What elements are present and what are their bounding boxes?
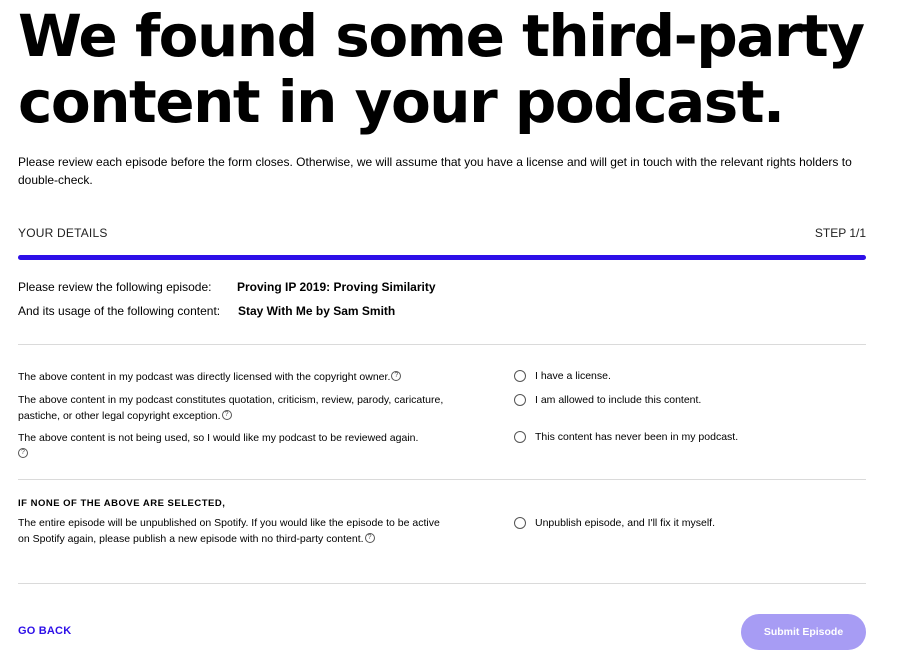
statement-unpublish: The entire episode will be unpublished o… [18,515,443,547]
question-circle-icon[interactable]: ? [221,410,232,420]
statement-not-used: The above content is not being used, so … [18,430,458,462]
page-title-line-2: content in your podcast. [18,68,785,136]
progress-bar-fill [18,255,866,260]
statement-exception: The above content in my podcast constitu… [18,392,458,424]
episode-row: Please review the following episode: Prov… [18,280,436,294]
intro-text: Please review each episode before the fo… [18,155,852,187]
content-value: Stay With Me by Sam Smith [238,304,396,318]
page-title-line-1: We found some third-party [18,2,865,70]
option-label: I have a license. [535,370,611,382]
step-indicator: STEP 1/1 [814,226,866,240]
content-row: And its usage of the following content: S… [18,304,395,318]
statement-text: The above content is not being used, so … [18,432,419,444]
divider [18,344,866,345]
option-allowed[interactable]: I am allowed to include this content. [514,393,701,407]
statement-text: The entire episode will be unpublished o… [18,517,440,545]
go-back-link[interactable]: GO BACK [18,625,71,637]
statement-text: The above content in my podcast was dire… [18,371,391,383]
page-title: We found some third-party content in you… [18,3,898,135]
question-circle-icon[interactable]: ? [364,533,375,543]
statement-licensed: The above content in my podcast was dire… [18,369,458,385]
content-label: And its usage of the following content: [18,304,221,318]
episode-label: Please review the following episode: [18,280,212,294]
radio-button[interactable] [514,394,526,406]
option-label: I am allowed to include this content. [535,394,702,406]
progress-bar [18,255,866,260]
episode-value: Proving IP 2019: Proving Similarity [237,280,436,294]
radio-button[interactable] [514,431,526,443]
submit-episode-button[interactable]: Submit Episode [741,614,866,650]
question-circle-icon[interactable]: ? [391,371,402,381]
option-have-license[interactable]: I have a license. [514,369,611,383]
page: We found some third-party content in you… [0,0,909,656]
radio-button[interactable] [514,370,526,382]
option-unpublish[interactable]: Unpublish episode, and I'll fix it mysel… [514,516,715,530]
none-selected-heading: IF NONE OF THE ABOVE ARE SELECTED, [18,498,226,509]
divider [18,583,866,584]
option-label: This content has never been in my podcas… [535,431,739,443]
section-label: YOUR DETAILS [18,226,108,240]
option-never-in-podcast[interactable]: This content has never been in my podcas… [514,430,738,444]
question-circle-icon[interactable]: ? [18,448,28,458]
option-label: Unpublish episode, and I'll fix it mysel… [535,517,716,529]
divider [18,479,866,480]
radio-button[interactable] [514,517,526,529]
